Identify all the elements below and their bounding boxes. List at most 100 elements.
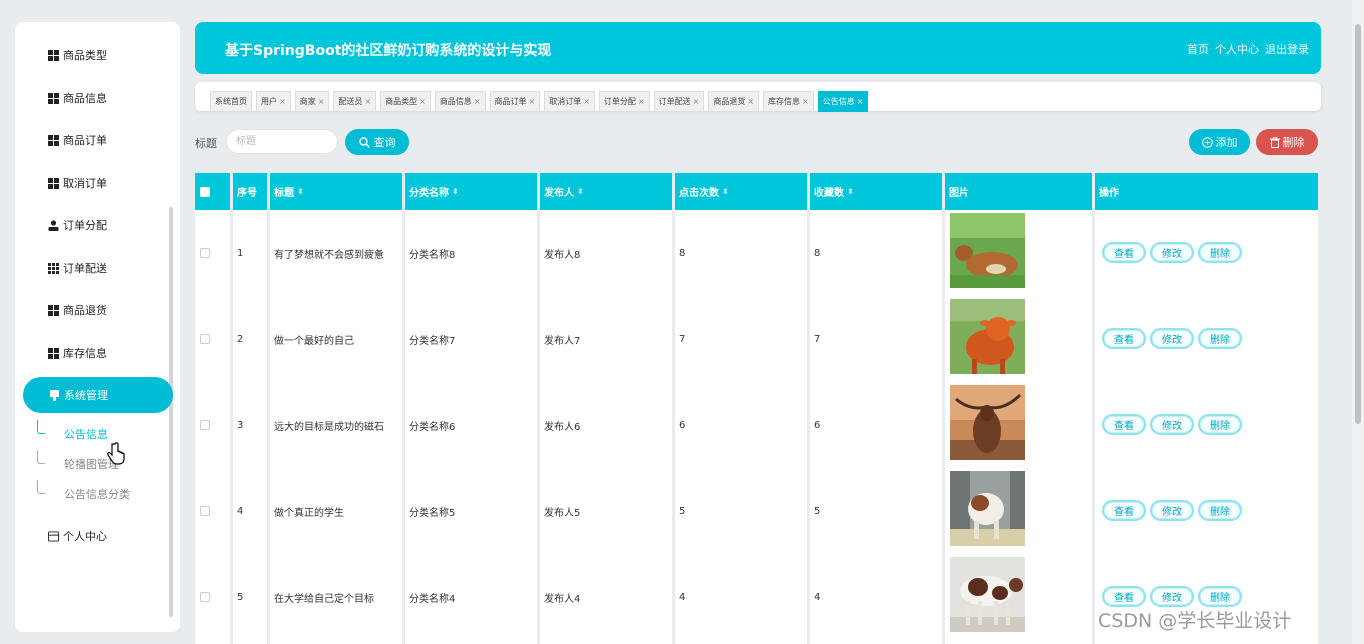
sidebar-item-product-orders[interactable]: 商品订单 (15, 122, 173, 158)
view-button[interactable]: 查看 (1102, 414, 1146, 435)
close-icon[interactable]: × (318, 97, 325, 106)
remove-button[interactable]: 删除 (1198, 500, 1242, 521)
close-icon[interactable]: × (279, 97, 286, 106)
sidebar-item-product-type[interactable]: 商品类型 (15, 37, 173, 73)
add-button[interactable]: 添加 (1189, 129, 1250, 155)
view-button[interactable]: 查看 (1102, 242, 1146, 263)
close-icon[interactable]: × (802, 97, 809, 106)
delete-button[interactable]: 删除 (1256, 129, 1318, 155)
tab-product-type[interactable]: 商品类型 × (380, 91, 431, 112)
sidebar-item-order-assign[interactable]: 订单分配 (15, 207, 173, 243)
tab-order-assign[interactable]: 订单分配 × (598, 91, 650, 112)
edit-button[interactable]: 修改 (1150, 586, 1194, 607)
title-cell: 在大学给自己定个目标 (274, 593, 374, 605)
category-cell: 分类名称7 (409, 335, 456, 347)
query-button[interactable]: 查询 (345, 129, 409, 155)
grid-icon (48, 49, 59, 61)
sidebar-item-cancel-orders[interactable]: 取消订单 (15, 165, 173, 201)
edit-button[interactable]: 修改 (1150, 500, 1194, 521)
edit-button[interactable]: 修改 (1150, 328, 1194, 349)
search-input[interactable] (226, 129, 338, 154)
sort-icon[interactable]: ⬍ (722, 187, 729, 196)
sort-icon[interactable]: ⬍ (297, 187, 304, 196)
grid-icon (48, 347, 59, 359)
grid-icon (48, 304, 59, 316)
sidebar-item-product-info[interactable]: 商品信息 (15, 80, 173, 116)
sidebar-item-inventory[interactable]: 库存信息 (15, 335, 173, 371)
scrollbar-thumb[interactable] (1355, 24, 1361, 424)
category-cell: 分类名称5 (409, 507, 456, 519)
close-icon[interactable]: × (529, 97, 536, 106)
remove-button[interactable]: 删除 (1198, 586, 1242, 607)
tab-cancel-orders[interactable]: 取消订单 × (544, 91, 595, 112)
tab-couriers[interactable]: 配送员 × (333, 91, 377, 112)
column-header[interactable]: 标题 ⬍ (269, 173, 304, 210)
column-label: 操作 (1099, 188, 1119, 199)
tab-order-delivery[interactable]: 订单配送 × (653, 91, 705, 112)
page-scrollbar[interactable] (1352, 0, 1364, 644)
close-icon[interactable]: × (693, 97, 700, 106)
user-icon (48, 219, 59, 231)
column-header[interactable]: 发布人 ⬍ (539, 173, 584, 210)
tab-notice[interactable]: 公告信息 × (817, 91, 869, 112)
sidebar-item-system-management[interactable]: 系统管理 (23, 377, 173, 413)
index-cell: 4 (237, 505, 244, 517)
index-cell: 2 (237, 333, 244, 345)
tab-inventory[interactable]: 库存信息 × (763, 91, 814, 112)
row-checkbox[interactable] (200, 506, 210, 516)
edit-button[interactable]: 修改 (1150, 242, 1194, 263)
column-label: 发布人 (544, 188, 574, 199)
tab-product-info[interactable]: 商品信息 × (434, 91, 486, 112)
select-all-checkbox[interactable] (200, 186, 210, 197)
column-header[interactable]: 分类名称 ⬍ (404, 173, 459, 210)
sidebar-item-profile[interactable]: 个人中心 (15, 518, 173, 554)
tab-merchants[interactable]: 商家 × (294, 91, 330, 112)
row-checkbox[interactable] (200, 420, 210, 430)
table-icon (48, 262, 59, 274)
sidebar-sub-item-notice-category[interactable]: 公告信息分类 (64, 486, 130, 502)
view-button[interactable]: 查看 (1102, 328, 1146, 349)
column-label: 标题 (274, 188, 294, 199)
longhorn-image (950, 385, 1025, 460)
table-row: 3 远大的目标是成功的磁石 分类名称6 发布人6 6 6 查看 修改 删除 (195, 382, 1318, 468)
tab-home[interactable]: 系统首页 (210, 91, 252, 112)
remove-button[interactable]: 删除 (1198, 242, 1242, 263)
close-icon[interactable]: × (474, 97, 481, 106)
clicks-cell: 6 (679, 419, 686, 431)
close-icon[interactable]: × (638, 97, 645, 106)
column-header[interactable]: 收藏数 ⬍ (809, 173, 854, 210)
row-checkbox[interactable] (200, 592, 210, 602)
logout-link[interactable]: 退出登录 (1265, 41, 1309, 57)
edit-button[interactable]: 修改 (1150, 414, 1194, 435)
tab-product-orders[interactable]: 商品订单 × (489, 91, 541, 112)
view-button[interactable]: 查看 (1102, 500, 1146, 521)
sidebar-sub-item-notice[interactable]: 公告信息 (64, 426, 108, 442)
clicks-cell: 5 (679, 505, 686, 517)
row-checkbox[interactable] (200, 334, 210, 344)
close-icon[interactable]: × (364, 97, 371, 106)
tree-connector (37, 450, 45, 464)
close-icon[interactable]: × (419, 97, 426, 106)
view-button[interactable]: 查看 (1102, 586, 1146, 607)
close-icon[interactable]: × (857, 97, 864, 106)
sort-icon[interactable]: ⬍ (847, 187, 854, 196)
tab-product-return[interactable]: 商品退货 × (708, 91, 760, 112)
home-link[interactable]: 首页 (1187, 41, 1209, 57)
row-checkbox[interactable] (200, 248, 210, 258)
profile-link[interactable]: 个人中心 (1215, 41, 1259, 57)
remove-button[interactable]: 删除 (1198, 328, 1242, 349)
sort-icon[interactable]: ⬍ (452, 187, 459, 196)
publisher-cell: 发布人8 (544, 249, 581, 261)
tab-users[interactable]: 用户 × (256, 91, 291, 112)
close-icon[interactable]: × (583, 97, 590, 106)
close-icon[interactable]: × (747, 97, 754, 106)
clicks-cell: 7 (679, 333, 686, 345)
sort-icon[interactable]: ⬍ (577, 187, 584, 196)
remove-button[interactable]: 删除 (1198, 414, 1242, 435)
tab-label: 系统首页 (215, 97, 247, 106)
column-header[interactable]: 点击次数 ⬍ (674, 173, 729, 210)
sidebar-item-label: 系统管理 (64, 389, 108, 402)
select-all-header (195, 173, 230, 210)
sidebar-item-order-delivery[interactable]: 订单配送 (15, 250, 173, 286)
sidebar-item-product-return[interactable]: 商品退货 (15, 292, 173, 328)
